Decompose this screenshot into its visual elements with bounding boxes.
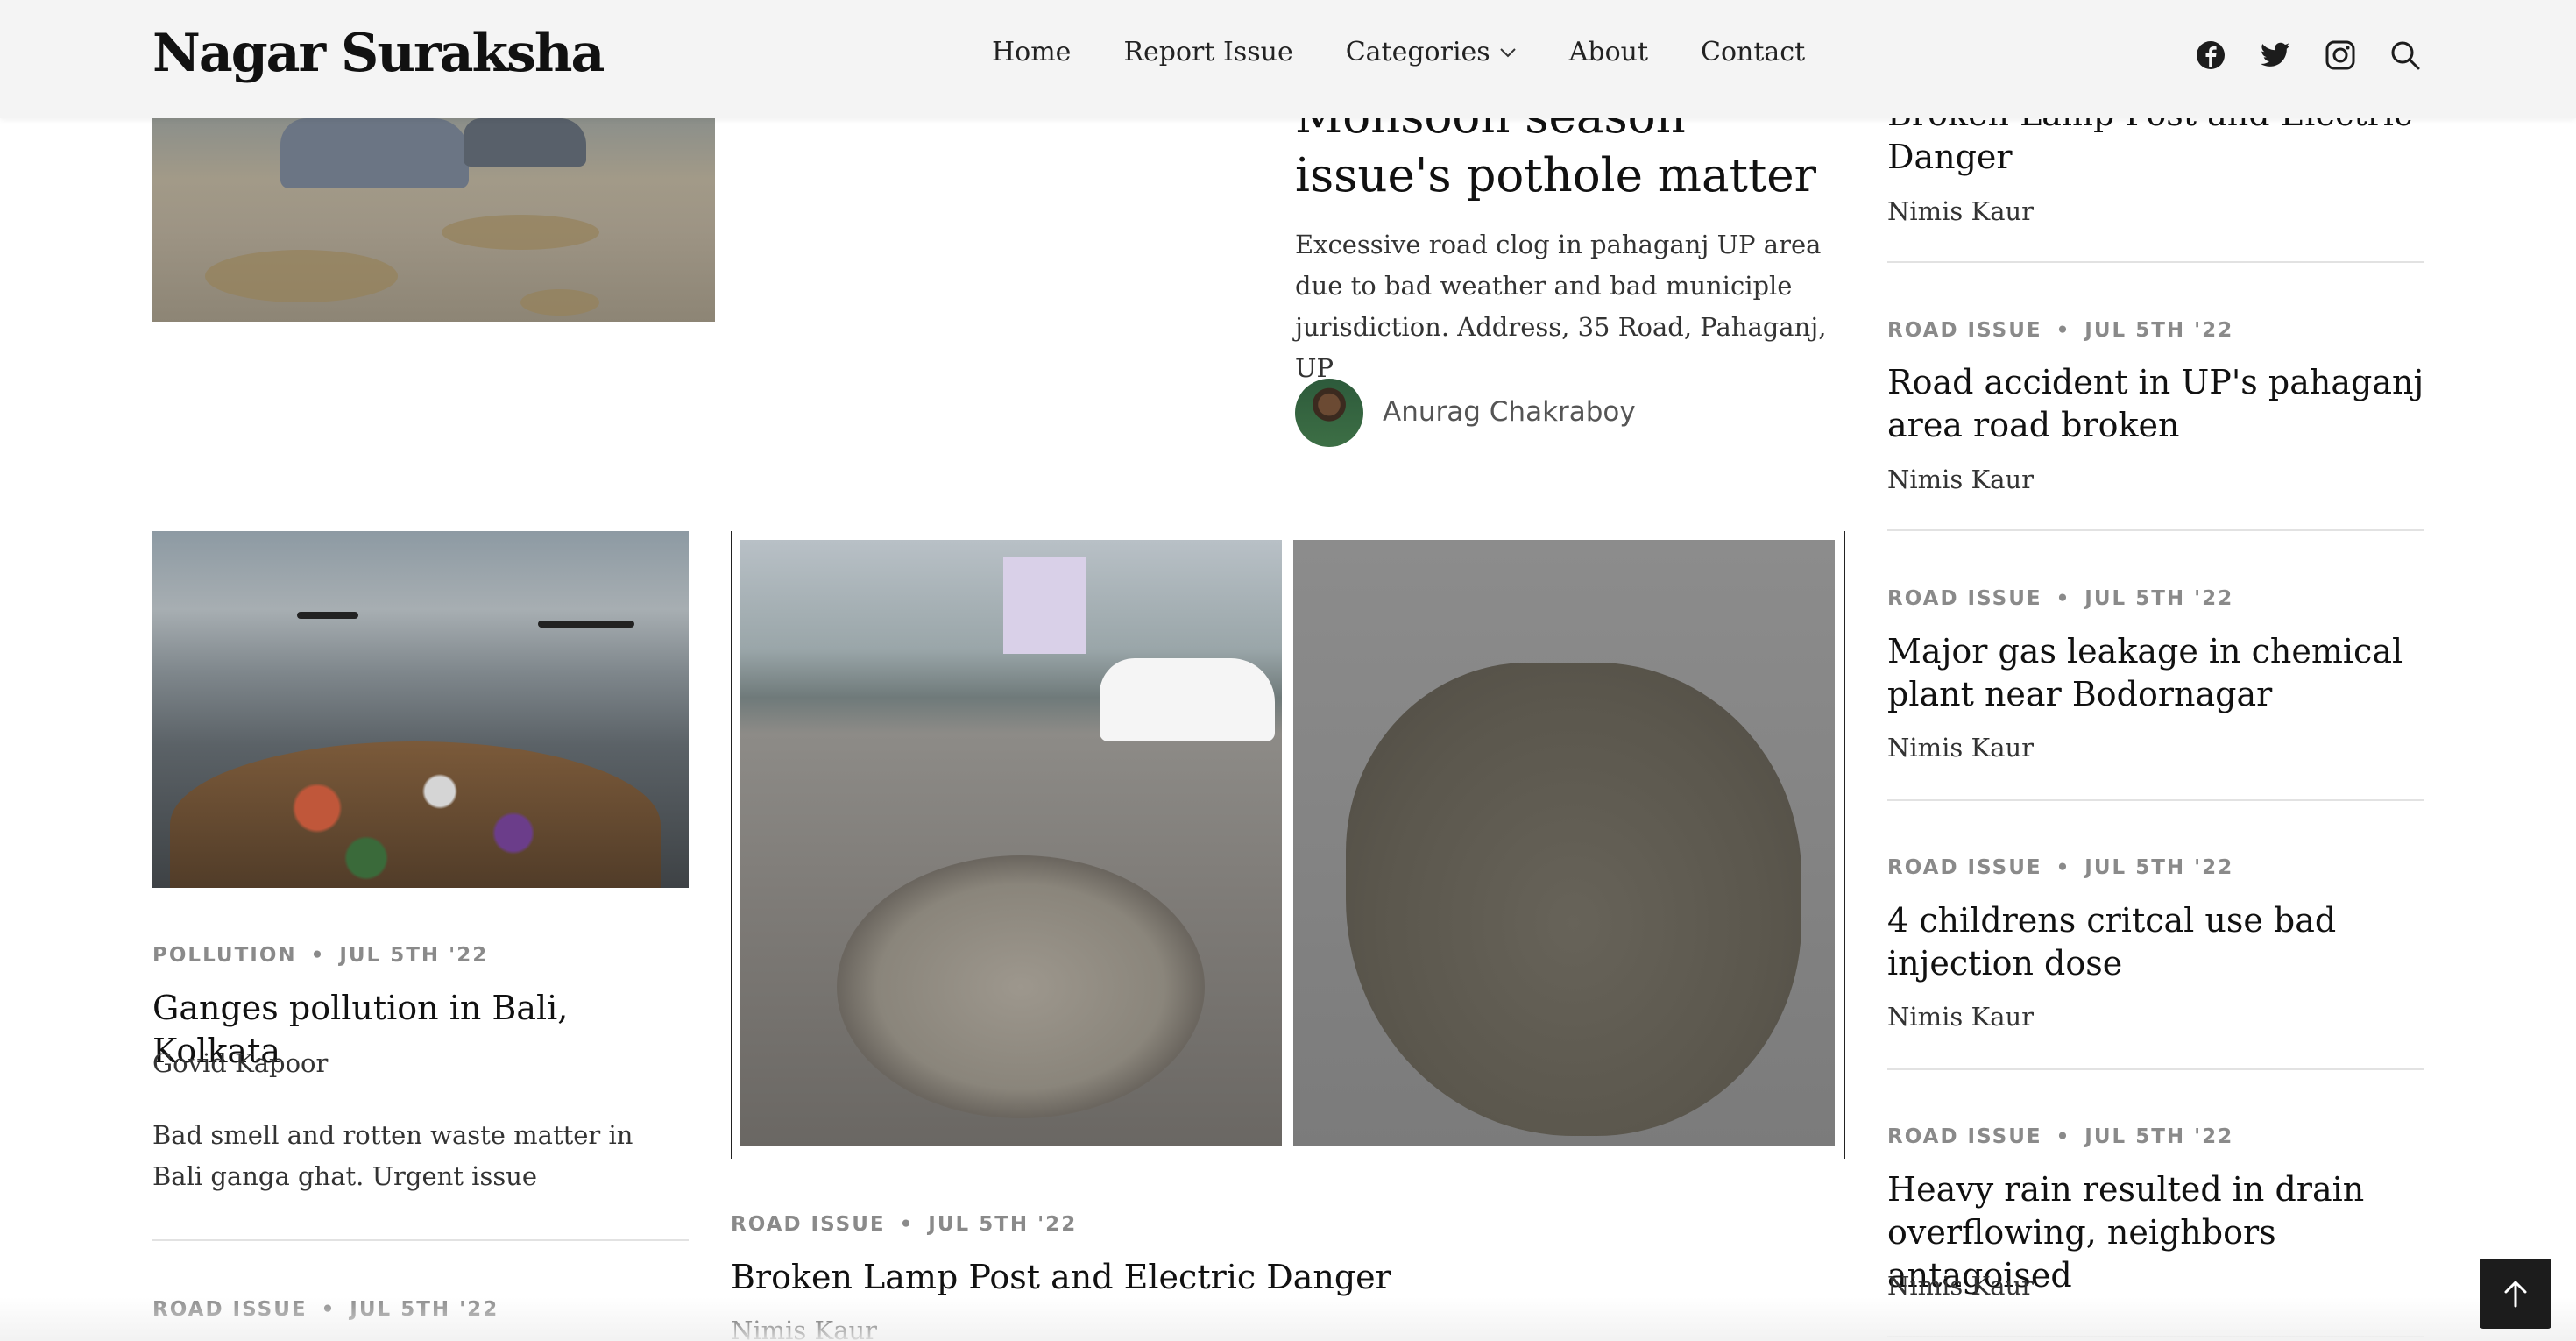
category-label[interactable]: Road Issue bbox=[1887, 587, 2042, 610]
date-label: Jul 5th '22 bbox=[928, 1213, 1078, 1236]
car-shape-2 bbox=[464, 118, 586, 167]
nav-home-label: Home bbox=[992, 37, 1072, 67]
sidebar-divider bbox=[1887, 799, 2424, 801]
avatar[interactable] bbox=[1295, 379, 1363, 447]
pothole-closeup-image[interactable] bbox=[1293, 540, 1835, 1146]
boat-shape bbox=[297, 612, 358, 619]
boat-shape-2 bbox=[538, 621, 634, 628]
sidebar-item-3-author[interactable]: Nimis Kaur bbox=[1887, 1002, 2034, 1032]
main-nav: Home Report Issue Categories About Conta… bbox=[992, 37, 1805, 67]
sidebar-divider bbox=[1887, 261, 2424, 263]
nav-report-issue-label: Report Issue bbox=[1123, 37, 1293, 67]
category-label[interactable]: Road Issue bbox=[731, 1213, 886, 1236]
category-label[interactable]: Road Issue bbox=[1887, 319, 2042, 342]
site-header: Nagar Suraksha Home Report Issue Categor… bbox=[0, 0, 2576, 118]
date-label: Jul 5th '22 bbox=[2084, 319, 2234, 342]
sidebar-item-1-meta: Road Issue • Jul 5th '22 bbox=[1887, 319, 2234, 342]
sidebar-item-4-author[interactable]: Nimis Kaur bbox=[1887, 1271, 2034, 1301]
back-to-top-button[interactable] bbox=[2480, 1259, 2551, 1329]
center-post-author[interactable]: Nimis Kaur bbox=[731, 1316, 877, 1341]
twitter-icon[interactable] bbox=[2259, 39, 2292, 72]
social-icons bbox=[2194, 39, 2422, 72]
ganges-pollution-image[interactable] bbox=[152, 531, 689, 888]
image-frame-right bbox=[1844, 531, 1845, 1159]
nav-about-label: About bbox=[1568, 37, 1649, 67]
sidebar-item-3-title[interactable]: 4 childrens critcal use bad injection do… bbox=[1887, 899, 2431, 985]
sidebar-item-2-author[interactable]: Nimis Kaur bbox=[1887, 733, 2034, 763]
nav-contact[interactable]: Contact bbox=[1701, 37, 1805, 67]
category-label[interactable]: Road Issue bbox=[152, 1298, 308, 1321]
sidebar-item-3-meta: Road Issue • Jul 5th '22 bbox=[1887, 856, 2234, 879]
nav-categories-label: Categories bbox=[1345, 37, 1490, 67]
nav-report-issue[interactable]: Report Issue bbox=[1123, 37, 1292, 67]
category-label[interactable]: Road Issue bbox=[1887, 1125, 2042, 1148]
sidebar-item-2-meta: Road Issue • Jul 5th '22 bbox=[1887, 587, 2234, 610]
instagram-icon[interactable] bbox=[2324, 39, 2357, 72]
pothole-street-image[interactable] bbox=[152, 118, 715, 322]
center-post-meta: Road Issue • Jul 5th '22 bbox=[731, 1213, 1078, 1236]
sidebar-divider bbox=[1887, 1336, 2424, 1337]
puddle-shape-2 bbox=[442, 215, 599, 250]
billboard-shape bbox=[1003, 557, 1086, 654]
center-post-title[interactable]: Broken Lamp Post and Electric Danger bbox=[731, 1256, 1695, 1299]
taxi-shape bbox=[1100, 658, 1275, 741]
sidebar-divider bbox=[1887, 1068, 2424, 1070]
trash-pile-shape bbox=[170, 741, 661, 888]
date-label: Jul 5th '22 bbox=[350, 1298, 499, 1321]
category-label[interactable]: Pollution bbox=[152, 944, 297, 967]
sidebar-top-title-line2: Danger bbox=[1887, 138, 2013, 176]
pothole-shape bbox=[1346, 663, 1801, 1136]
pothole-shape bbox=[837, 855, 1205, 1118]
pothole-road-image[interactable] bbox=[740, 540, 1282, 1146]
ganges-author[interactable]: Govid Kapoor bbox=[152, 1048, 328, 1078]
ganges-excerpt: Bad smell and rotten waste matter in Bal… bbox=[152, 1120, 633, 1191]
sidebar-item-4-meta: Road Issue • Jul 5th '22 bbox=[1887, 1125, 2234, 1148]
date-label: Jul 5th '22 bbox=[2084, 1125, 2234, 1148]
image-frame-left bbox=[731, 531, 732, 1159]
date-label: Jul 5th '22 bbox=[2084, 856, 2234, 879]
ganges-divider bbox=[152, 1239, 689, 1241]
arrow-up-icon bbox=[2504, 1281, 2527, 1308]
site-logo[interactable]: Nagar Suraksha bbox=[152, 23, 605, 84]
bottom-left-meta: Road Issue • Jul 5th '22 bbox=[152, 1298, 499, 1321]
sidebar-item-1-author[interactable]: Nimis Kaur bbox=[1887, 465, 2034, 494]
nav-categories[interactable]: Categories bbox=[1346, 37, 1517, 67]
sidebar-divider bbox=[1887, 529, 2424, 531]
ganges-meta: Pollution • Jul 5th '22 bbox=[152, 944, 489, 967]
car-shape bbox=[280, 118, 469, 188]
search-icon[interactable] bbox=[2388, 39, 2422, 72]
featured-excerpt: Excessive road clog in pahaganj UP area … bbox=[1295, 230, 1827, 383]
nav-about[interactable]: About bbox=[1569, 37, 1648, 67]
featured-author[interactable]: Anurag Chakraboy bbox=[1383, 396, 1636, 428]
sidebar-item-1-title[interactable]: Road accident in UP's pahaganj area road… bbox=[1887, 361, 2431, 447]
puddle-shape bbox=[205, 250, 398, 302]
date-label: Jul 5th '22 bbox=[2084, 587, 2234, 610]
puddle-shape-3 bbox=[520, 289, 599, 316]
nav-contact-label: Contact bbox=[1701, 37, 1806, 67]
date-label: Jul 5th '22 bbox=[339, 944, 489, 967]
sidebar-top-author[interactable]: Nimis Kaur bbox=[1887, 196, 2034, 226]
chevron-down-icon bbox=[1499, 47, 1516, 57]
sidebar-item-2-title[interactable]: Major gas leakage in chemical plant near… bbox=[1887, 630, 2431, 716]
category-label[interactable]: Road Issue bbox=[1887, 856, 2042, 879]
nav-home[interactable]: Home bbox=[992, 37, 1071, 67]
facebook-icon[interactable] bbox=[2194, 39, 2227, 72]
